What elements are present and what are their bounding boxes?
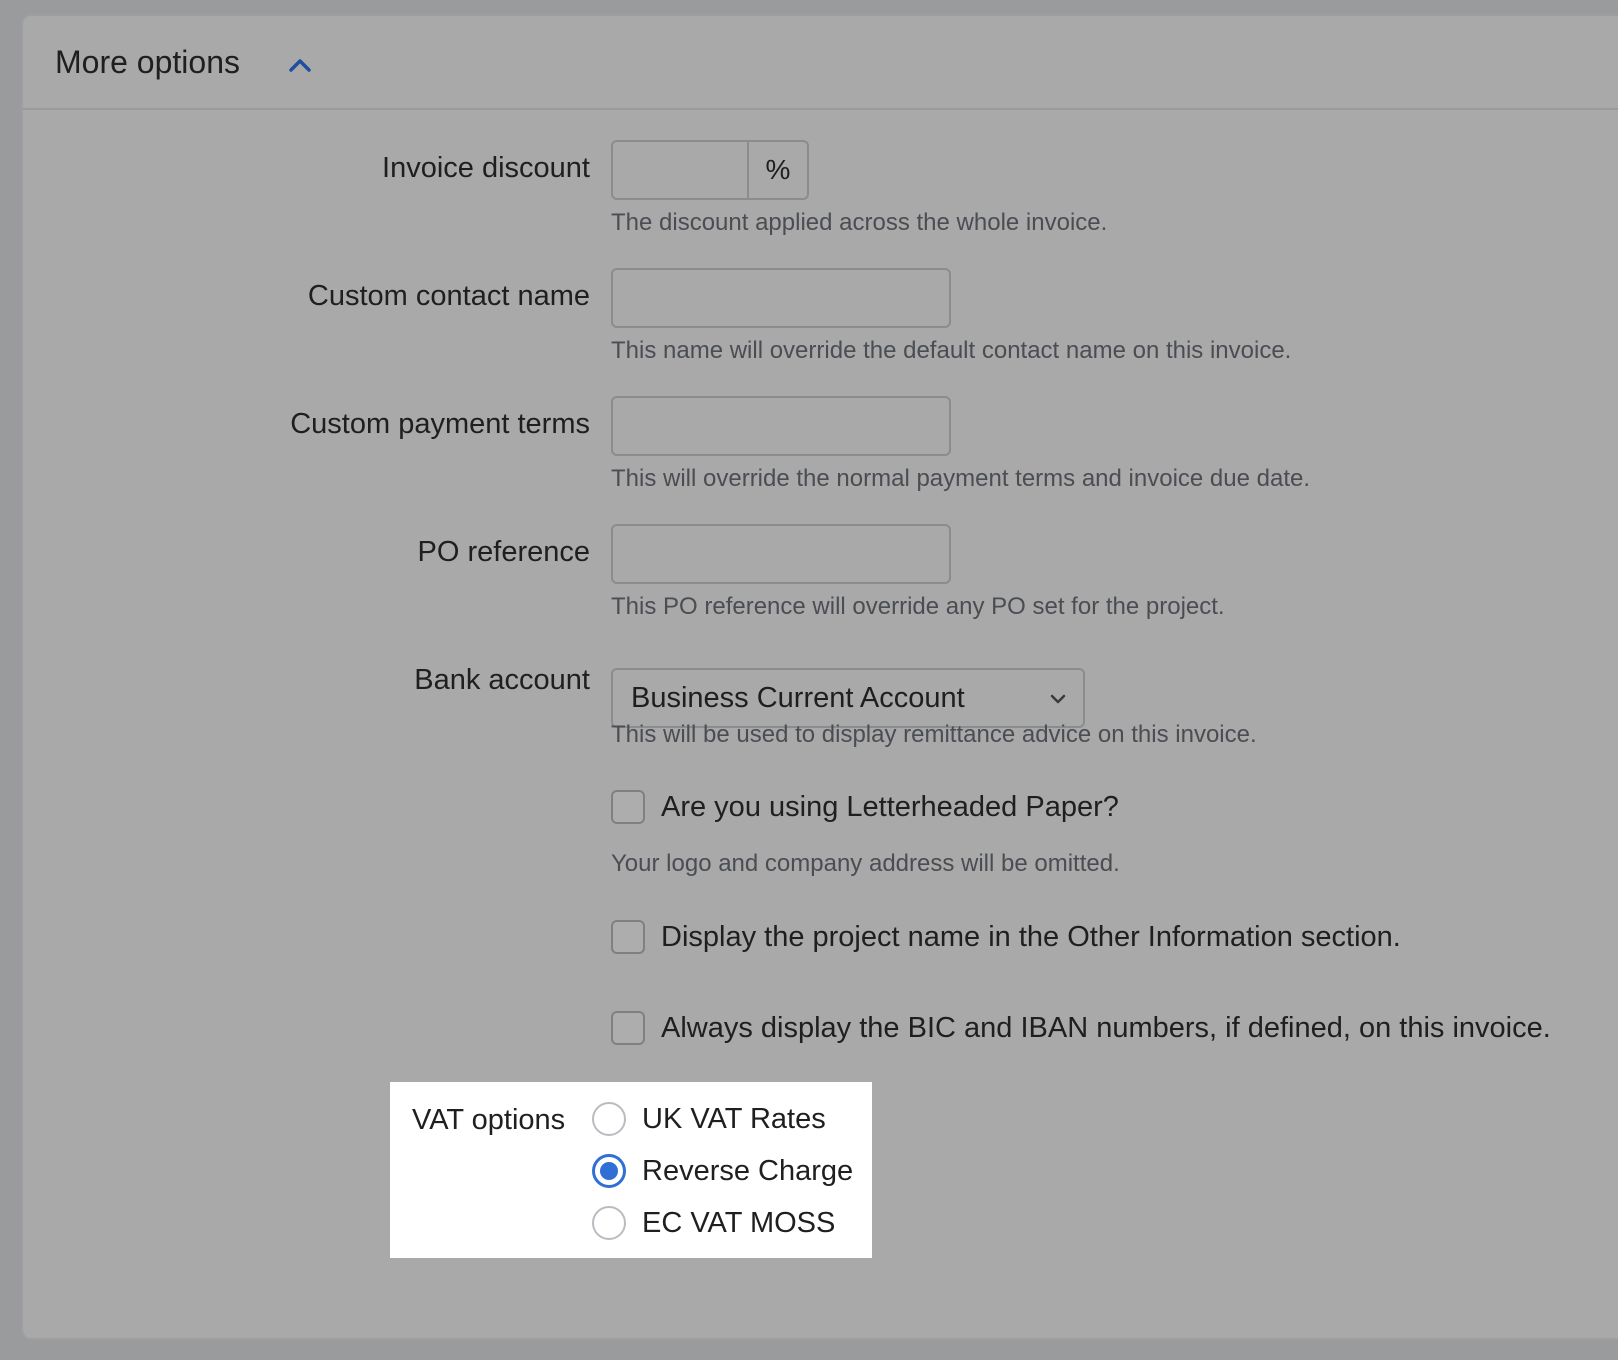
custom-payment-terms-field	[611, 396, 951, 456]
custom-payment-terms-help: This will override the normal payment te…	[611, 465, 1310, 492]
invoice-discount-label: Invoice discount	[382, 152, 590, 184]
invoice-discount-help: The discount applied across the whole in…	[611, 209, 1108, 236]
po-reference-label: PO reference	[417, 536, 590, 568]
po-reference-field	[611, 524, 951, 584]
letterheaded-paper-option[interactable]: Are you using Letterheaded Paper?	[611, 790, 1119, 824]
percent-addon: %	[747, 142, 807, 198]
letterheaded-paper-help: Your logo and company address will be om…	[611, 850, 1120, 877]
custom-contact-name-label: Custom contact name	[307, 280, 590, 312]
reverse-charge-radio[interactable]	[592, 1154, 626, 1188]
reverse-charge-label: Reverse Charge	[642, 1154, 854, 1187]
custom-payment-terms-input[interactable]	[613, 398, 949, 454]
bank-account-help: This will be used to display remittance …	[611, 721, 1257, 748]
bank-account-label: Bank account	[414, 664, 590, 696]
custom-contact-name-input[interactable]	[613, 270, 949, 326]
bic-iban-label: Always display the BIC and IBAN numbers,…	[661, 1011, 1551, 1044]
vat-option-uk-vat-rates[interactable]: UK VAT Rates	[592, 1102, 826, 1136]
bic-iban-checkbox[interactable]	[611, 1011, 645, 1045]
letterheaded-paper-checkbox[interactable]	[611, 790, 645, 824]
chevron-down-icon	[1050, 694, 1066, 704]
project-name-option[interactable]: Display the project name in the Other In…	[611, 920, 1401, 954]
custom-contact-name-help: This name will override the default cont…	[611, 337, 1292, 364]
ec-vat-moss-label: EC VAT MOSS	[642, 1206, 836, 1239]
uk-vat-rates-label: UK VAT Rates	[642, 1102, 826, 1135]
vat-options-group: VAT options UK VAT Rates Reverse Charge …	[390, 1082, 872, 1258]
project-name-checkbox[interactable]	[611, 920, 645, 954]
invoice-discount-group: %	[611, 140, 809, 200]
vat-options-label: VAT options	[412, 1104, 566, 1136]
ec-vat-moss-radio[interactable]	[592, 1206, 626, 1240]
panel-title: More options	[55, 44, 240, 80]
custom-payment-terms-label: Custom payment terms	[290, 408, 590, 440]
bank-account-select[interactable]: Business Current Account	[611, 668, 1085, 728]
project-name-label: Display the project name in the Other In…	[661, 920, 1401, 953]
vat-option-reverse-charge[interactable]: Reverse Charge	[592, 1154, 853, 1188]
more-options-panel: More options Invoice discount % The disc…	[21, 14, 1618, 1340]
bic-iban-option[interactable]: Always display the BIC and IBAN numbers,…	[611, 1011, 1551, 1045]
chevron-up-icon[interactable]	[287, 52, 313, 78]
bank-account-selected: Business Current Account	[631, 682, 965, 714]
custom-contact-name-field	[611, 268, 951, 328]
panel-header[interactable]: More options	[23, 16, 1618, 110]
po-reference-help: This PO reference will override any PO s…	[611, 593, 1225, 620]
invoice-discount-input[interactable]	[613, 142, 747, 198]
vat-option-ec-vat-moss[interactable]: EC VAT MOSS	[592, 1206, 835, 1240]
uk-vat-rates-radio[interactable]	[592, 1102, 626, 1136]
po-reference-input[interactable]	[613, 526, 949, 582]
letterheaded-paper-label: Are you using Letterheaded Paper?	[661, 790, 1119, 823]
